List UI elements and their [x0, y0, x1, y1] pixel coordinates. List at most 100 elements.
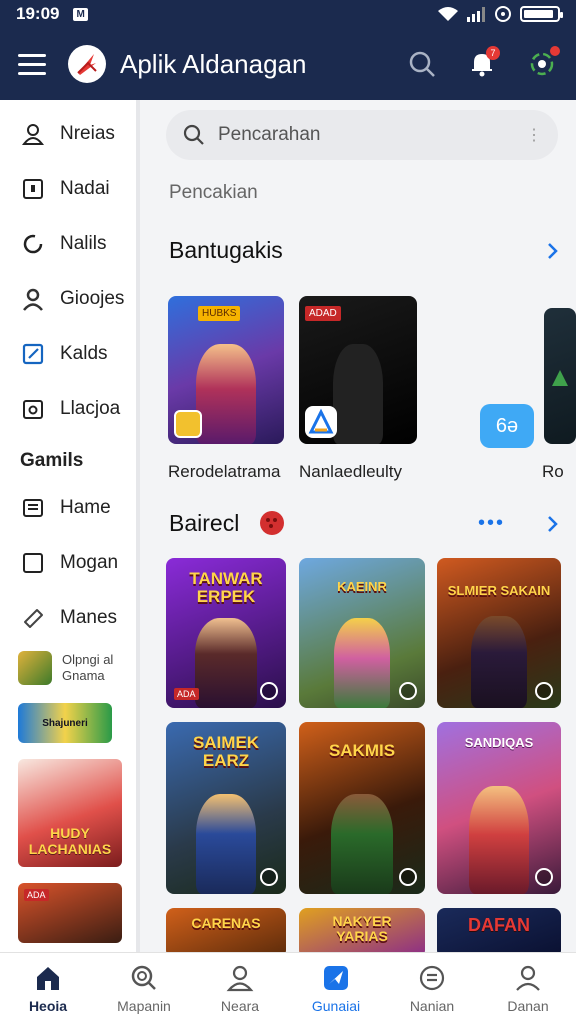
app-logo	[68, 45, 106, 83]
promo-tag: ADA	[24, 889, 49, 901]
tag-icon	[20, 605, 46, 631]
nav-item-feed[interactable]: Nanian	[384, 953, 480, 1024]
more-dots-icon[interactable]: •••	[478, 512, 505, 535]
search-icon	[183, 124, 204, 145]
profile-icon	[514, 964, 542, 992]
search-circle-icon	[130, 964, 158, 992]
promo-art-caption: HUDY LACHANIAS	[28, 825, 112, 857]
user-outline-icon	[20, 121, 46, 147]
chevron-right-icon[interactable]	[542, 514, 562, 534]
sidebar-item-2[interactable]: Nalils	[0, 216, 136, 271]
sidebar-item-label: Gioojes	[60, 287, 125, 309]
lock-box-icon	[20, 176, 46, 202]
status-time: 19:09	[16, 4, 60, 23]
camera-box-icon	[20, 396, 46, 422]
tile-title: SAIMEK EARZ	[192, 733, 260, 770]
blue-counter-badge[interactable]: 6ə	[480, 404, 534, 448]
list-box-icon	[20, 495, 46, 521]
game-tile[interactable]: KAEINR	[299, 558, 425, 708]
tile-corner-icon	[535, 868, 553, 886]
search-options-icon[interactable]: ⋮	[526, 125, 542, 145]
tile-title: CARENAS	[191, 915, 261, 931]
hero-figure	[471, 616, 527, 708]
sidebar-featured-game[interactable]: Olpngi al Gnama	[0, 645, 136, 691]
game-corner-badge	[174, 410, 202, 438]
game-card[interactable]: ADAD	[299, 296, 417, 444]
tile-title: DAFAN	[468, 915, 530, 935]
main-content: ⋮ Pencakian Bantugakis HUBKS ADAD 6ə Rer…	[148, 100, 576, 952]
tile-title: KAEINR	[337, 579, 387, 594]
sidebar-game-item-0[interactable]: Hame	[0, 480, 136, 535]
sidebar-banner[interactable]: Shajuneri	[18, 703, 112, 743]
menu-icon[interactable]	[18, 53, 46, 75]
sidebar-game-item-1[interactable]: Mogan	[0, 535, 136, 590]
person-outline-icon	[226, 964, 254, 992]
battery-icon	[520, 6, 563, 22]
game-tile[interactable]: SLMIER SAKAIN	[437, 558, 561, 708]
hero-figure	[469, 786, 529, 894]
chat-icon[interactable]	[526, 46, 560, 80]
game-tile[interactable]: DAFAN	[437, 908, 561, 952]
game-tile[interactable]: SANDIQAS	[437, 722, 561, 894]
smile-circle-icon	[418, 964, 446, 992]
card-tag: HUBKS	[198, 306, 241, 321]
card-tag: ADAD	[305, 306, 341, 321]
tile-corner-icon	[399, 868, 417, 886]
sidebar-item-4[interactable]: Kalds	[0, 326, 136, 381]
game-tile[interactable]: CARENAS	[166, 908, 286, 952]
game-caption: Nanlaedleulty	[299, 462, 403, 481]
bottom-nav: Heoia Mapanin Neara Gunaiai Nanian Danan	[0, 952, 576, 1024]
search-icon[interactable]	[406, 48, 438, 80]
wifi-icon	[438, 7, 458, 21]
search-input[interactable]	[218, 124, 526, 146]
sidebar-promo-art-2[interactable]: ADA	[18, 883, 122, 943]
game-card-partial[interactable]	[544, 308, 576, 444]
search-bar[interactable]: ⋮	[166, 110, 558, 160]
signal-icon	[467, 7, 485, 22]
sidebar-item-label: Nadai	[60, 177, 110, 199]
sidebar-item-label: Mogan	[60, 551, 119, 573]
nav-item-profile[interactable]: Danan	[480, 953, 576, 1024]
nav-label: Danan	[507, 997, 549, 1014]
sync-icon	[495, 6, 511, 22]
home-icon	[34, 964, 62, 992]
nav-label: Heoia	[28, 997, 68, 1014]
game-tile[interactable]: SAKMIS	[299, 722, 425, 894]
sidebar-item-label: Hame	[60, 496, 111, 518]
shadow-figure	[333, 344, 383, 444]
tile-corner-icon	[260, 868, 278, 886]
sidebar-item-label: Llacjoa	[60, 397, 121, 419]
status-icons	[438, 5, 563, 23]
hero-figure	[334, 618, 390, 708]
square-icon	[20, 550, 46, 576]
sidebar-item-label: Nalils	[60, 232, 107, 254]
notification-bell-icon[interactable]: 7	[466, 46, 500, 80]
app-bar: Aplik Aldanagan 7	[0, 28, 576, 100]
person-icon	[20, 286, 46, 312]
sidebar-item-label: Manes	[60, 606, 118, 628]
featured-game-line1: Olpngi al	[62, 651, 114, 667]
carrier-badge: M	[73, 7, 88, 21]
chevron-right-icon[interactable]	[542, 241, 562, 261]
tile-title: NAKYER YARIAS	[332, 913, 392, 944]
sidebar-promo-art[interactable]: HUDY LACHANIAS	[18, 759, 122, 867]
game-tile[interactable]: SAIMEK EARZ	[166, 722, 286, 894]
tile-corner-icon	[260, 682, 278, 700]
nav-item-home[interactable]: Heoia	[0, 953, 96, 1024]
sidebar-game-item-2[interactable]: Manes	[0, 590, 136, 645]
nav-label: Nanian	[409, 997, 455, 1014]
nav-item-games[interactable]: Gunaiai	[288, 953, 384, 1024]
sub-label: Pencakian	[169, 182, 258, 203]
sidebar-item-0[interactable]: Nreias	[0, 106, 136, 161]
game-tile[interactable]: NAKYER YARIAS	[299, 908, 425, 952]
nav-label: Gunaiai	[311, 997, 361, 1014]
sidebar-item-3[interactable]: Gioojes	[0, 271, 136, 326]
sidebar-item-5[interactable]: Llacjoa	[0, 381, 136, 436]
game-card[interactable]: HUBKS	[168, 296, 284, 444]
app-title: Aplik Aldanagan	[120, 48, 307, 79]
nav-item-people[interactable]: Neara	[192, 953, 288, 1024]
game-tile[interactable]: TANWAR ERPEK ADA	[166, 558, 286, 708]
sidebar-item-1[interactable]: Nadai	[0, 161, 136, 216]
nav-item-search[interactable]: Mapanin	[96, 953, 192, 1024]
sidebar-item-label: Kalds	[60, 342, 108, 364]
